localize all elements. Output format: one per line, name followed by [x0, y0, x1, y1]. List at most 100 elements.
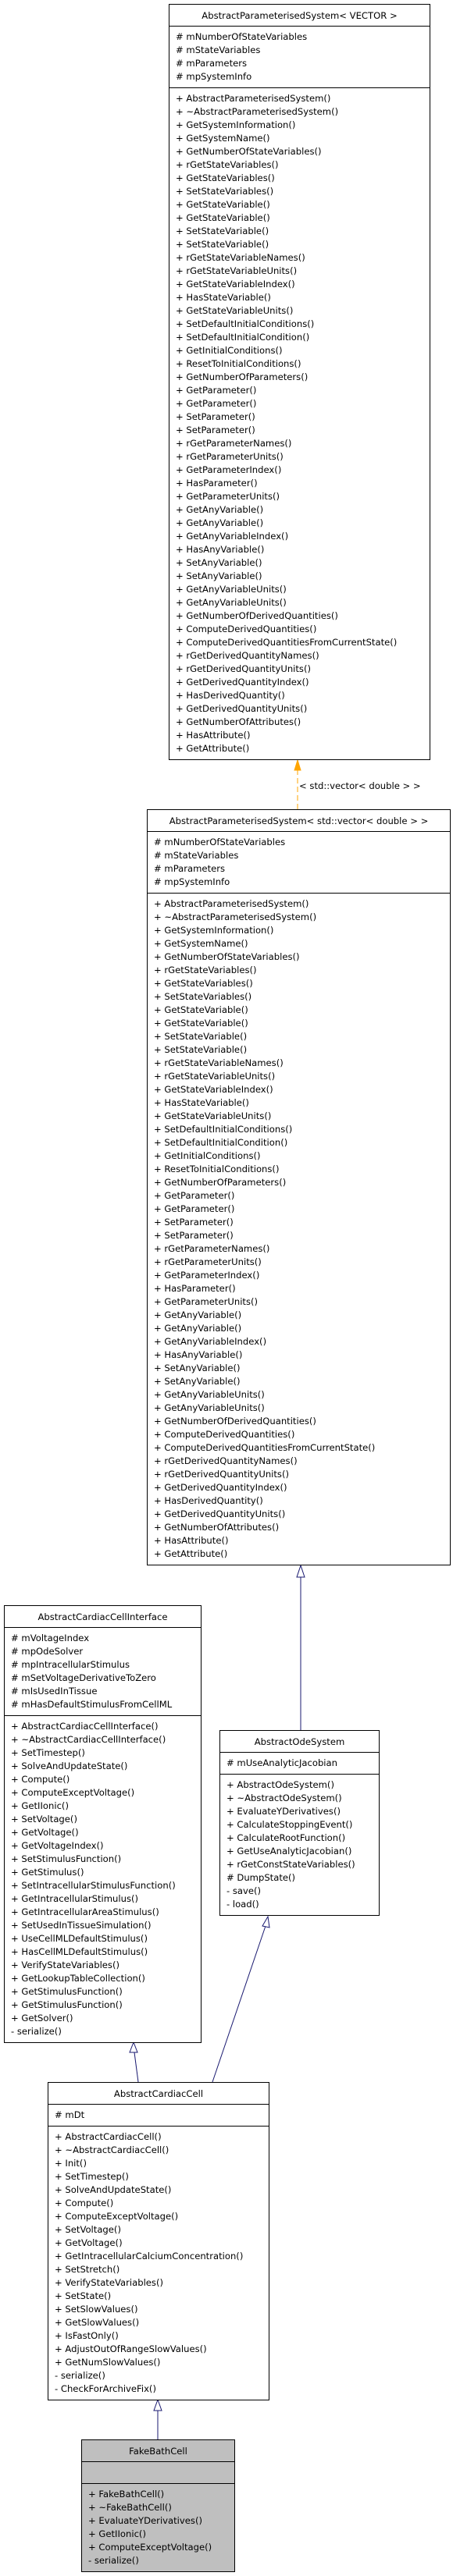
method-item: + HasAnyVariable() — [176, 544, 265, 555]
methods-section: + AbstractParameterisedSystem() + ~Abstra… — [169, 88, 430, 759]
method-item: + UseCellMLDefaultStimulus() — [11, 1933, 148, 1944]
class-box-abstract-parameterised-system-std-vector[interactable]: AbstractParameterisedSystem< std::vector… — [147, 809, 451, 1565]
method-item: + GetNumberOfStateVariables() — [154, 951, 300, 962]
method-item: + SetSlowValues() — [55, 2304, 138, 2315]
method-item: + SetStateVariable() — [176, 226, 269, 236]
method-item: + GetStateVariables() — [154, 978, 253, 989]
class-name: AbstractParameterisedSystem< std::vector… — [148, 810, 450, 832]
attributes-section: # mUseAnalyticJacobian — [220, 1753, 379, 1775]
method-item: + ~AbstractOdeSystem() — [226, 1793, 342, 1803]
method-item: + SetAnyVariable() — [176, 570, 262, 581]
method-item: + HasParameter() — [154, 1283, 236, 1294]
class-box-abstract-cardiac-cell[interactable]: AbstractCardiacCell # mDt + AbstractCardia… — [48, 2082, 269, 2400]
method-item: + ResetToInitialConditions() — [176, 358, 301, 369]
class-box-abstract-parameterised-system-vector[interactable]: AbstractParameterisedSystem< VECTOR > # m… — [169, 4, 430, 760]
method-item: + ComputeExceptVoltage() — [55, 2211, 179, 2222]
attribute-item: # mNumberOfStateVariables — [154, 837, 286, 847]
method-item: + ComputeDerivedQuantitiesFromCurrentSta… — [154, 1442, 376, 1453]
method-item: + GetStimulusFunction() — [11, 1999, 123, 2010]
method-item: + GetVoltage() — [55, 2237, 123, 2248]
template-edge-arrowhead — [294, 759, 301, 771]
method-item: + SetStateVariables() — [154, 991, 252, 1002]
method-item: + rGetStateVariableNames() — [154, 1057, 284, 1068]
method-item: + GetNumberOfAttributes() — [154, 1522, 280, 1533]
method-item: + SetVoltage() — [55, 2224, 121, 2235]
method-item: + CalculateStoppingEvent() — [226, 1819, 353, 1830]
method-item: + GetStateVariableUnits() — [176, 305, 294, 316]
attributes-section: # mNumberOfStateVariables # mStateVariabl… — [169, 27, 430, 88]
method-item: + SetTimestep() — [11, 1747, 85, 1758]
method-item: + GetNumSlowValues() — [55, 2357, 161, 2368]
method-item: + GetParameterUnits() — [176, 491, 280, 502]
method-item: + ~FakeBathCell() — [88, 2502, 172, 2513]
method-item: + GetVoltage() — [11, 1827, 79, 1838]
attributes-section: # mNumberOfStateVariables # mStateVariabl… — [148, 832, 450, 894]
method-item: + GetStateVariables() — [176, 172, 275, 183]
methods-section: + AbstractCardiacCellInterface() + ~Abstr… — [5, 1716, 201, 2042]
method-item: + SetStateVariables() — [176, 186, 274, 197]
method-item: + SetDefaultInitialCondition() — [154, 1137, 288, 1148]
method-item: + GetAnyVariableIndex() — [176, 531, 289, 542]
method-item: + AbstractCardiacCellInterface() — [11, 1721, 159, 1732]
method-item: + GetNumberOfStateVariables() — [176, 146, 322, 157]
method-item: + HasAttribute() — [176, 730, 251, 741]
inherit-edge-acc-acci-arrowhead — [129, 2041, 138, 2053]
method-item: + AdjustOutOfRangeSlowValues() — [55, 2343, 207, 2354]
method-item: + GetStateVariable() — [176, 199, 270, 210]
method-item: + GetInitialConditions() — [154, 1150, 261, 1161]
method-item: + SetStateVariable() — [154, 1031, 248, 1042]
method-item: + GetStateVariableIndex() — [154, 1084, 273, 1095]
method-item: + GetIntracellularAreaStimulus() — [11, 1906, 159, 1917]
method-item: - save() — [226, 1885, 262, 1896]
inherit-edge-aos-arrowhead — [296, 1564, 305, 1578]
method-item: + GetNumberOfParameters() — [176, 371, 309, 382]
method-item: + SetStateVariable() — [176, 239, 269, 250]
attribute-item: # mpSystemInfo — [176, 71, 252, 82]
inherit-edge-acc-aos-line — [212, 1925, 266, 2083]
method-item: + SetAnyVariable() — [154, 1376, 241, 1387]
attribute-item: # mStateVariables — [176, 44, 261, 55]
method-item: + ComputeExceptVoltage() — [88, 2542, 212, 2553]
method-item: + FakeBathCell() — [88, 2489, 165, 2500]
method-item: + GetDerivedQuantityUnits() — [176, 703, 308, 714]
method-item: - CheckForArchiveFix() — [55, 2383, 156, 2394]
method-item: + rGetParameterNames() — [154, 1243, 270, 1254]
method-item: + GetDerivedQuantityIndex() — [154, 1482, 287, 1493]
method-item: + SetStretch() — [55, 2264, 120, 2275]
method-item: + GetParameterIndex() — [154, 1270, 260, 1281]
method-item: + rGetConstStateVariables() — [226, 1859, 355, 1870]
method-item: + Compute() — [55, 2198, 114, 2208]
method-item: + ~AbstractCardiacCellInterface() — [11, 1734, 166, 1745]
method-item: + GetAttribute() — [154, 1548, 228, 1559]
method-item: + GetVoltageIndex() — [11, 1840, 104, 1851]
method-item: + ~AbstractParameterisedSystem() — [154, 911, 317, 922]
method-item: + SetTimestep() — [55, 2171, 129, 2182]
class-box-abstract-ode-system[interactable]: AbstractOdeSystem # mUseAnalyticJacobian +… — [219, 1730, 380, 1916]
method-item: + GetSystemInformation() — [154, 925, 274, 936]
inherit-edge-fbc-acc-arrowhead — [153, 2398, 162, 2411]
method-item: - serialize() — [11, 2026, 62, 2037]
method-item: + GetIntracellularCalciumConcentration() — [55, 2251, 244, 2262]
method-item: + GetAnyVariable() — [154, 1309, 242, 1320]
attributes-section — [82, 2462, 234, 2484]
method-item: + GetLookupTableCollection() — [11, 1973, 145, 1984]
methods-section: + AbstractOdeSystem() + ~AbstractOdeSyste… — [220, 1775, 379, 1915]
method-item: + SetUsedInTissueSimulation() — [11, 1920, 152, 1931]
method-item: + HasDerivedQuantity() — [154, 1495, 263, 1506]
method-item: + HasAttribute() — [154, 1535, 229, 1546]
method-item: + IsFastOnly() — [55, 2330, 119, 2341]
method-item: + ComputeDerivedQuantities() — [176, 624, 317, 634]
method-item: + GetAnyVariableIndex() — [154, 1336, 267, 1347]
method-item: + SetIntracellularStimulusFunction() — [11, 1880, 176, 1891]
method-item: + VerifyStateVariables() — [11, 1960, 120, 1970]
class-box-fake-bath-cell[interactable]: FakeBathCell + FakeBathCell() + ~FakeBathC… — [81, 2439, 235, 2572]
method-item: + SetDefaultInitialConditions() — [176, 318, 315, 329]
method-item: + ComputeDerivedQuantities() — [154, 1429, 295, 1440]
method-item: + GetIIonic() — [11, 1800, 69, 1811]
method-item: + Init() — [55, 2158, 87, 2169]
method-item: + SetStateVariable() — [154, 1044, 248, 1055]
class-box-abstract-cardiac-cell-interface[interactable]: AbstractCardiacCellInterface # mVoltageIn… — [4, 1605, 202, 2043]
method-item: + rGetDerivedQuantityNames() — [176, 650, 319, 661]
method-item: + SetParameter() — [176, 411, 255, 422]
method-item: + GetStimulus() — [11, 1867, 84, 1878]
